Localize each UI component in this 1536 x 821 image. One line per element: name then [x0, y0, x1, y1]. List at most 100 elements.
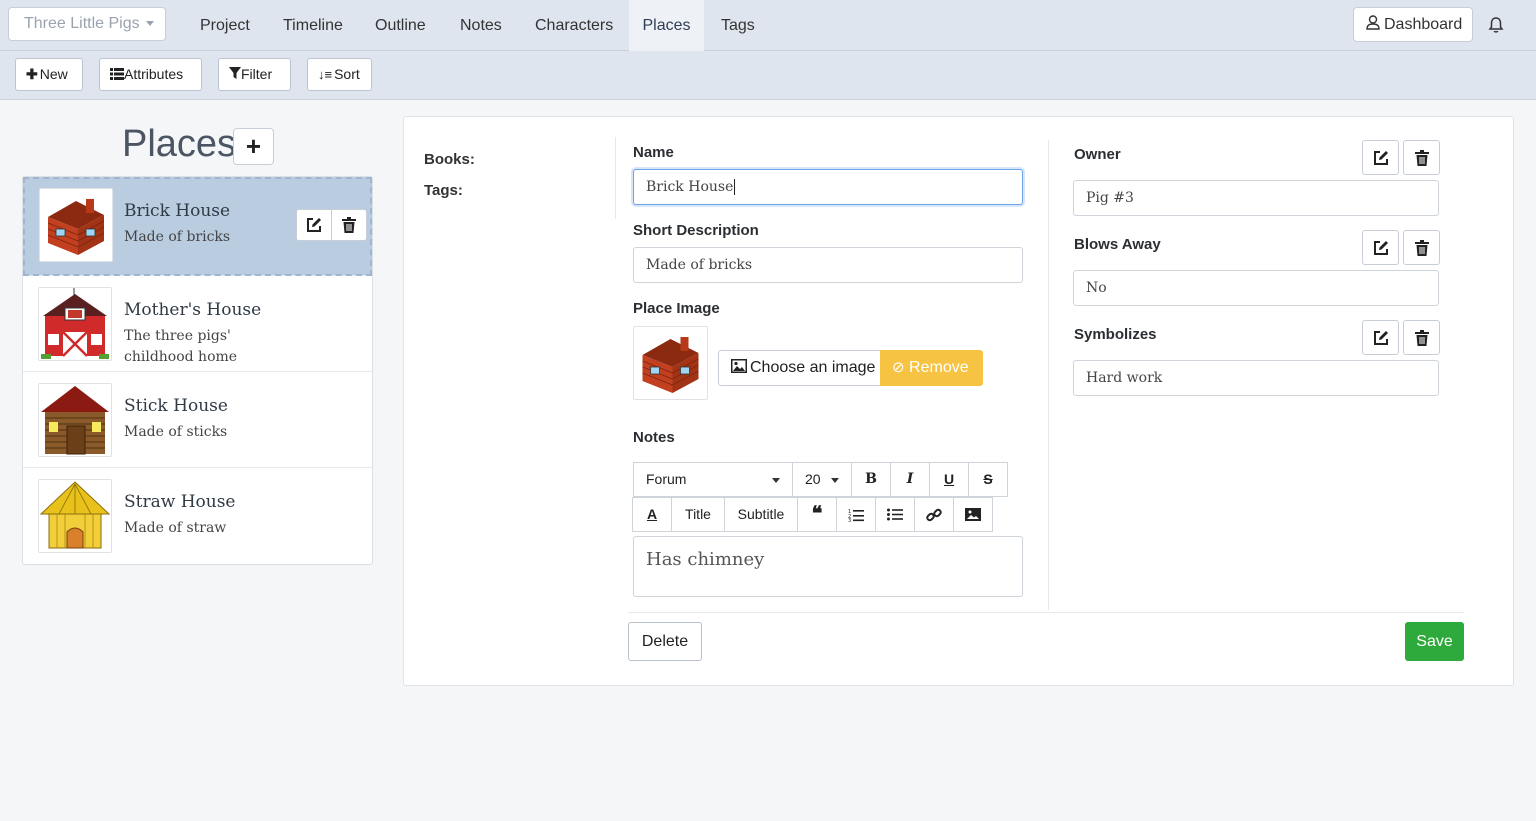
link-icon: [926, 508, 942, 522]
dashboard-button[interactable]: Dashboard: [1353, 7, 1473, 42]
short-description-label: Short Description: [633, 222, 759, 239]
tab-characters[interactable]: Characters: [519, 0, 629, 51]
add-place-button[interactable]: +: [233, 128, 274, 165]
attribute-value-field[interactable]: Pig #3: [1073, 180, 1439, 216]
places-heading: Places: [122, 123, 237, 165]
choose-image-button[interactable]: Choose an image: [718, 350, 881, 386]
place-description: Made of bricks: [124, 229, 231, 245]
name-field[interactable]: Brick House: [633, 169, 1023, 205]
books-label: Books:: [424, 151, 475, 168]
ordered-list-icon: 1 2 3: [848, 509, 864, 524]
tab-tags[interactable]: Tags: [705, 0, 771, 51]
strikethrough-button[interactable]: S: [968, 462, 1008, 497]
tab-notes[interactable]: Notes: [444, 0, 518, 51]
sort-icon: ↓≡: [318, 67, 333, 82]
edit-icon: [307, 218, 321, 232]
trash-icon: [1414, 150, 1429, 166]
link-button[interactable]: [914, 497, 954, 532]
edit-icon: [1373, 151, 1388, 165]
list-item[interactable]: Brick House Made of bricks: [23, 177, 372, 276]
tab-outline[interactable]: Outline: [359, 0, 442, 51]
footer-divider: [628, 612, 1464, 613]
sort-label: Sort: [334, 66, 360, 82]
list-icon: [110, 68, 124, 80]
font-value: Forum: [646, 471, 687, 487]
tags-label: Tags:: [424, 182, 463, 199]
title-style-button[interactable]: Title: [671, 497, 725, 532]
action-toolbar: ✚ New Attributes Filter ↓≡ Sort: [0, 51, 1536, 100]
notes-label: Notes: [633, 429, 675, 446]
stick-house-image: [38, 383, 112, 457]
blockquote-button[interactable]: ❝: [797, 497, 837, 532]
story-select[interactable]: Three Little Pigs: [8, 7, 166, 41]
font-select[interactable]: Forum: [633, 462, 793, 497]
italic-button[interactable]: I: [890, 462, 930, 497]
chevron-down-icon: [831, 478, 839, 483]
bell-icon[interactable]: [1487, 16, 1505, 34]
bullet-list-icon: [887, 508, 903, 521]
filter-label: Filter: [241, 66, 273, 82]
delete-button[interactable]: Delete: [628, 622, 702, 661]
attribute-value-field[interactable]: No: [1073, 270, 1439, 306]
remove-image-button[interactable]: ⊘ Remove: [880, 350, 983, 386]
insert-image-button[interactable]: [953, 497, 993, 532]
filter-icon: [229, 67, 241, 79]
font-size-value: 20: [805, 471, 821, 487]
place-description: Made of straw: [124, 520, 227, 536]
bold-button[interactable]: B: [851, 462, 891, 497]
place-name: Stick House: [124, 396, 228, 416]
user-icon: [1366, 15, 1380, 30]
edit-icon: [1373, 331, 1388, 345]
image-icon: [965, 508, 981, 521]
place-image-label: Place Image: [633, 300, 720, 317]
trash-icon: [342, 217, 356, 233]
straw-house-image: [38, 479, 112, 553]
attribute-value-field[interactable]: Hard work: [1073, 360, 1439, 396]
edit-attribute-button[interactable]: [1362, 230, 1399, 265]
subtitle-style-button[interactable]: Subtitle: [724, 497, 798, 532]
edit-attribute-button[interactable]: [1362, 140, 1399, 175]
attribute-label: Blows Away: [1074, 236, 1161, 253]
delete-attribute-button[interactable]: [1403, 320, 1440, 355]
remove-label: Remove: [909, 359, 969, 376]
trash-icon: [1414, 330, 1429, 346]
ordered-list-button[interactable]: 1 2 3: [836, 497, 876, 532]
place-description: Made of sticks: [124, 424, 228, 440]
chevron-down-icon: [145, 21, 154, 27]
tab-project[interactable]: Project: [184, 0, 266, 51]
list-item[interactable]: Straw House Made of straw: [23, 468, 372, 564]
tab-timeline[interactable]: Timeline: [267, 0, 359, 51]
font-size-select[interactable]: 20: [792, 462, 852, 497]
attributes-button[interactable]: Attributes: [99, 58, 202, 91]
text-cursor: [734, 179, 736, 195]
list-item[interactable]: Stick House Made of sticks: [23, 372, 372, 468]
place-name: Brick House: [124, 201, 231, 221]
place-name: Mother's House: [124, 300, 262, 320]
notes-editor[interactable]: Has chimney: [633, 536, 1023, 597]
delete-attribute-button[interactable]: [1403, 230, 1440, 265]
delete-attribute-button[interactable]: [1403, 140, 1440, 175]
underline-button[interactable]: U: [929, 462, 969, 497]
tab-places[interactable]: Places: [629, 0, 704, 51]
edit-place-button[interactable]: [296, 209, 332, 241]
name-label: Name: [633, 144, 674, 161]
ban-icon: ⊘: [892, 359, 905, 376]
dashboard-label: Dashboard: [1384, 16, 1463, 33]
attribute-label: Symbolizes: [1074, 326, 1157, 343]
list-item[interactable]: Mother's House The three pigs' childhood…: [23, 276, 372, 372]
filter-button[interactable]: Filter: [218, 58, 291, 91]
places-list: Brick House Made of bricks Mother's Hous…: [22, 176, 373, 565]
bullet-list-button[interactable]: [875, 497, 915, 532]
text-color-button[interactable]: A: [632, 497, 672, 532]
sort-button[interactable]: ↓≡ Sort: [307, 58, 372, 91]
edit-attribute-button[interactable]: [1362, 320, 1399, 355]
place-image-preview: [633, 326, 708, 400]
delete-place-button[interactable]: [331, 209, 367, 241]
place-name: Straw House: [124, 492, 236, 512]
name-value: Brick House: [646, 179, 734, 195]
save-button[interactable]: Save: [1405, 622, 1464, 661]
short-description-field[interactable]: Made of bricks: [633, 247, 1023, 283]
svg-text:3: 3: [848, 518, 851, 522]
plus-icon: ✚: [26, 66, 38, 82]
new-button[interactable]: ✚ New: [15, 58, 83, 91]
